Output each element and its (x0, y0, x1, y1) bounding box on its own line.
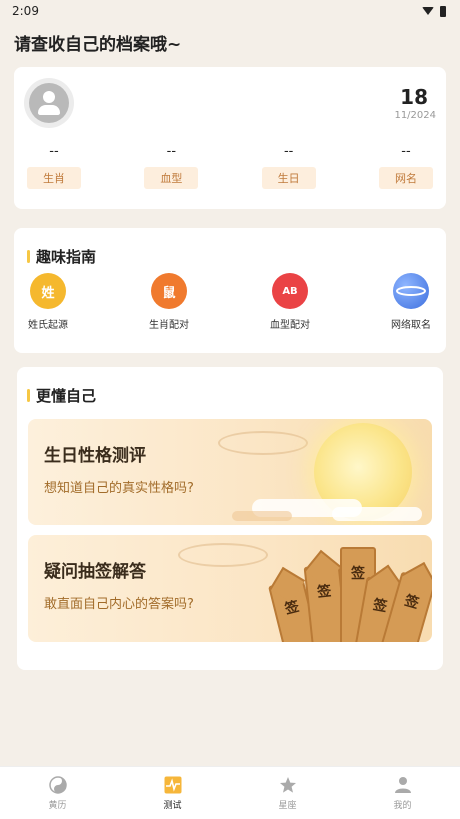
avatar-placeholder-icon (29, 83, 69, 123)
date-day: 18 (400, 85, 428, 109)
planet-icon (393, 273, 429, 309)
profile-info-row: -- 生肖 -- 血型 -- 生日 -- 网名 (14, 145, 446, 189)
profile-field-tag: 生肖 (27, 167, 81, 189)
status-icons (422, 5, 446, 17)
profile-field-value: -- (166, 144, 177, 159)
fun-guide-items: 姓 姓氏起源 鼠 生肖配对 AB 血型配对 网络取名 (14, 273, 446, 331)
cloud-decoration (232, 511, 292, 521)
know-yourself-title: 更懂自己 (36, 386, 97, 405)
surname-icon: 姓 (30, 273, 66, 309)
tab-mine[interactable]: 我的 (363, 776, 443, 811)
avatar[interactable] (24, 78, 74, 128)
test-chart-icon (164, 776, 182, 794)
star-icon (279, 776, 297, 794)
bottom-tab-bar: 黄历 测试 星座 我的 (0, 766, 460, 819)
cloud-decoration (332, 507, 422, 521)
tab-label: 我的 (393, 800, 412, 811)
section-accent-bar (27, 388, 30, 402)
zodiac-rat-icon: 鼠 (151, 273, 187, 309)
cloud-swirl-decoration (178, 543, 268, 567)
banner-subtitle: 想知道自己的真实性格吗? (44, 481, 194, 496)
tab-label: 星座 (278, 800, 297, 811)
tab-almanac[interactable]: 黄历 (18, 775, 98, 811)
blood-drop-icon: AB (272, 273, 308, 309)
guide-item-label: 姓氏起源 (28, 320, 68, 331)
profile-field-tag: 血型 (144, 167, 199, 189)
profile-card: 18 11/2024 -- 生肖 -- 血型 -- 生日 -- 网名 (14, 67, 446, 209)
status-time: 2:09 (12, 4, 39, 18)
tab-constellation[interactable]: 星座 (248, 776, 328, 811)
tab-test[interactable]: 测试 (133, 776, 213, 811)
birthday-personality-banner[interactable]: 生日性格测评 想知道自己的真实性格吗? (28, 419, 432, 525)
know-yourself-card: 更懂自己 生日性格测评 想知道自己的真实性格吗? 签 签 签 签 签 疑问抽签解… (17, 367, 443, 670)
fortune-lots-banner[interactable]: 签 签 签 签 签 疑问抽签解答 敢直面自己内心的答案吗? (28, 535, 432, 642)
fun-guide-title: 趣味指南 (36, 247, 97, 266)
banner-subtitle: 敢直面自己内心的答案吗? (44, 597, 194, 612)
guide-item-zodiac-match[interactable]: 鼠 生肖配对 (148, 273, 190, 331)
tab-label: 黄历 (48, 800, 67, 811)
fun-guide-header: 趣味指南 (14, 228, 446, 268)
guide-item-label: 血型配对 (270, 320, 310, 331)
wifi-icon (422, 7, 434, 15)
person-icon (394, 776, 412, 794)
guide-item-label: 生肖配对 (149, 320, 189, 331)
battery-icon (440, 5, 446, 17)
status-bar: 2:09 (0, 0, 460, 22)
guide-item-blood-match[interactable]: AB 血型配对 (269, 273, 311, 331)
guide-item-surname-origin[interactable]: 姓 姓氏起源 (27, 273, 69, 331)
guide-item-label: 网络取名 (391, 320, 431, 331)
yin-yang-icon (48, 775, 67, 794)
profile-field-birthday[interactable]: -- 生日 (261, 144, 316, 189)
tab-label: 测试 (163, 800, 182, 811)
profile-field-value: -- (49, 144, 59, 159)
profile-field-zodiac[interactable]: -- 生肖 (27, 145, 81, 189)
banner-title: 生日性格测评 (44, 446, 146, 466)
fun-guide-card: 趣味指南 姓 姓氏起源 鼠 生肖配对 AB 血型配对 网络取名 (14, 228, 446, 353)
fortune-sticks-illustration: 签 签 签 签 签 (262, 535, 432, 642)
know-yourself-header: 更懂自己 (17, 367, 443, 407)
profile-field-value: -- (401, 144, 411, 159)
profile-field-blood-type[interactable]: -- 血型 (144, 144, 199, 189)
section-accent-bar (27, 249, 30, 263)
guide-item-online-naming[interactable]: 网络取名 (390, 273, 432, 331)
date-month-year: 11/2024 (394, 110, 436, 121)
profile-field-value: -- (283, 144, 294, 159)
profile-field-nickname[interactable]: -- 网名 (378, 144, 433, 189)
page-title: 请查收自己的档案哦~ (14, 35, 182, 55)
profile-field-tag: 生日 (261, 167, 316, 189)
cloud-swirl-decoration (218, 431, 308, 455)
banner-title: 疑问抽签解答 (44, 562, 146, 582)
profile-field-tag: 网名 (378, 167, 433, 189)
